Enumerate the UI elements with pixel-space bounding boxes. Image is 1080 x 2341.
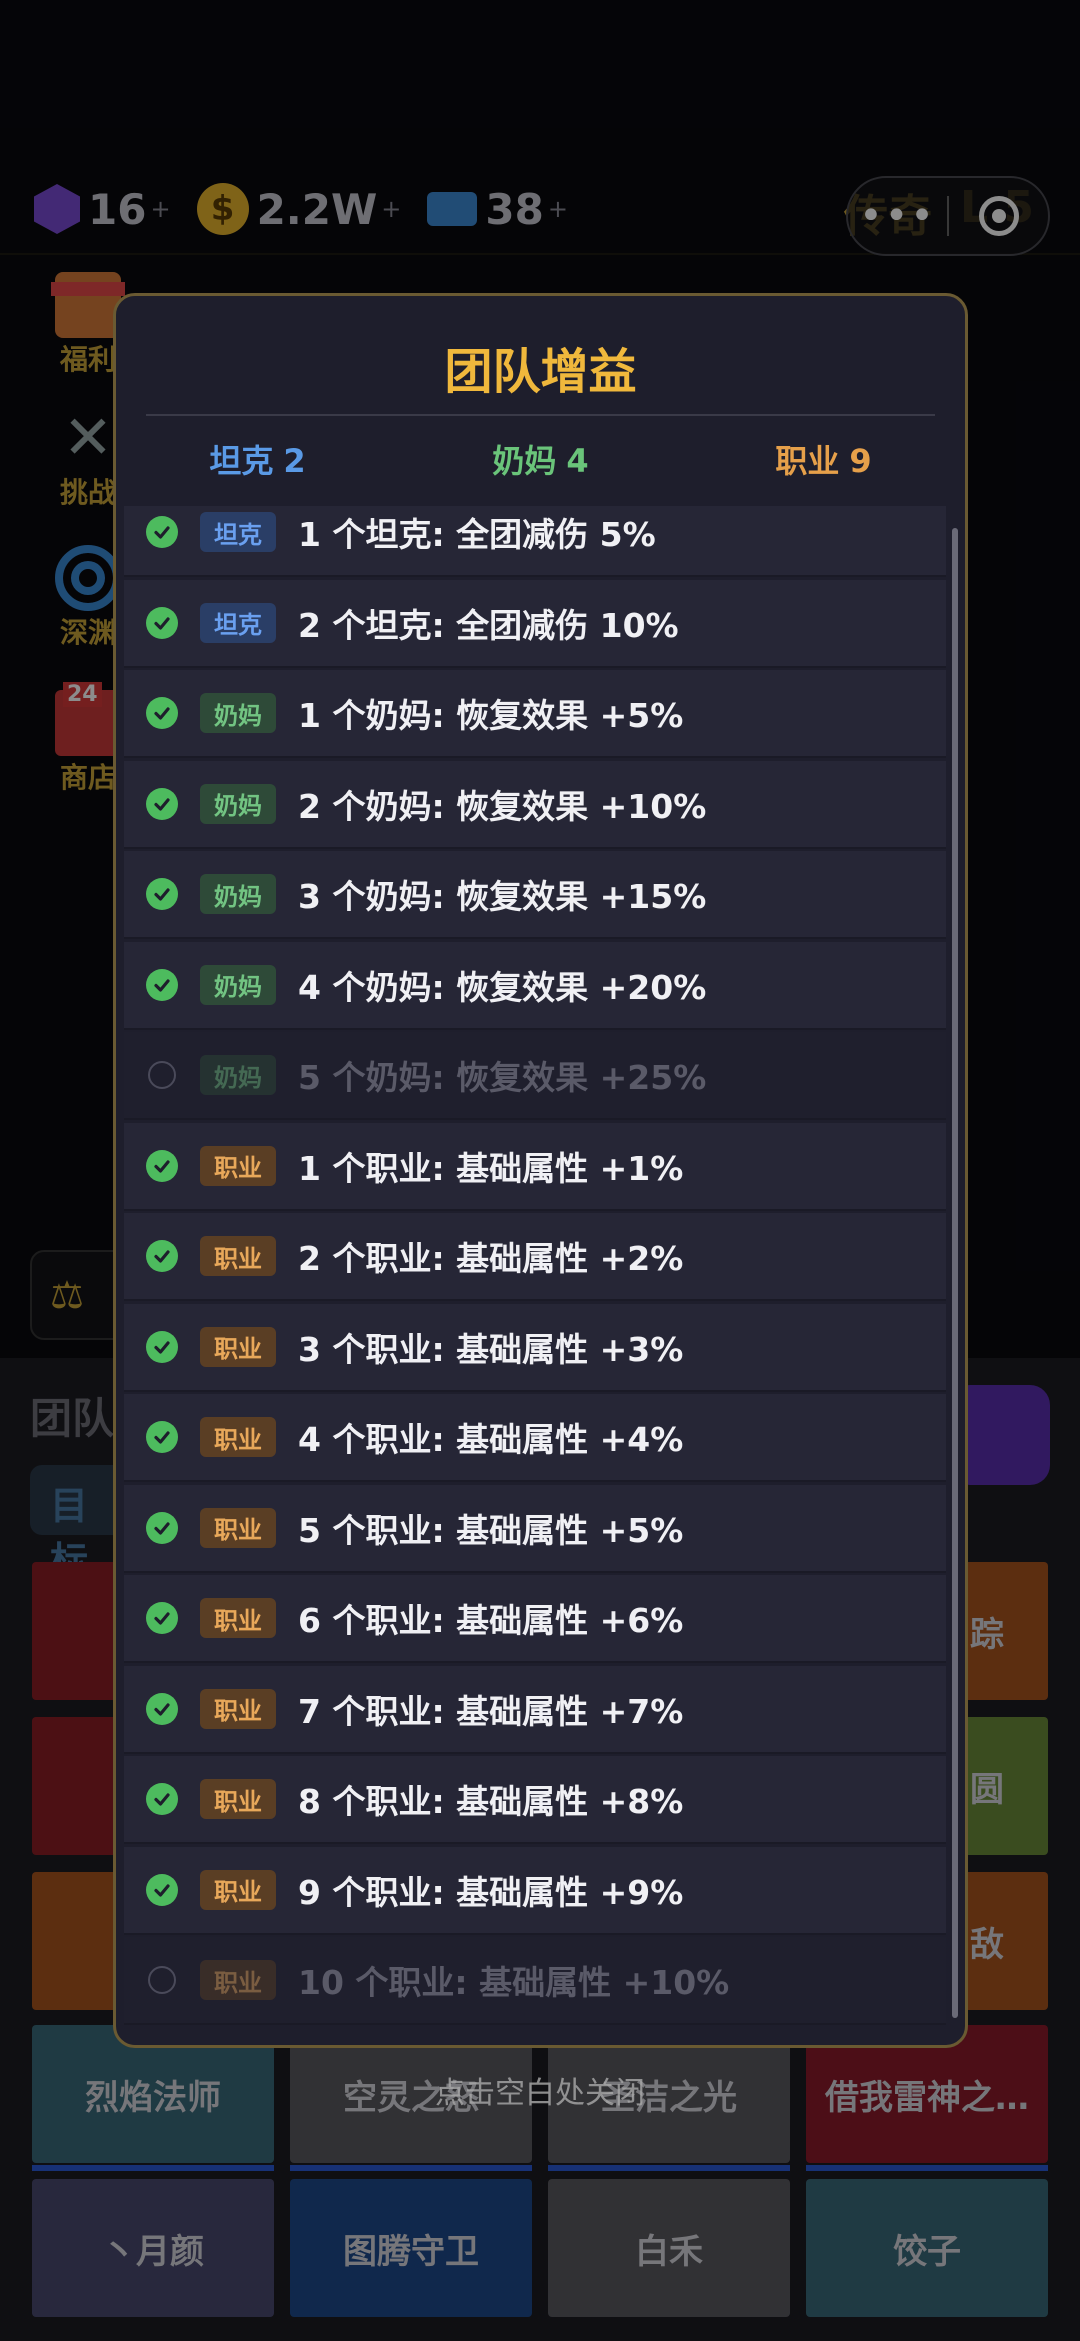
buff-description: 5 个职业: 基础属性 +5% [298,1510,684,1550]
buff-list[interactable]: 坦克 1 个坦克: 全团减伤 5% 坦克 2 个坦克: 全团减伤 10% 奶妈 1 个奶妈… [124,506,946,2026]
buff-description: 4 个奶妈: 恢复效果 +20% [298,967,707,1007]
check-icon [146,1873,178,1906]
role-tag: 奶妈 [200,1055,276,1095]
role-tag: 奶妈 [200,693,276,733]
buff-row: 职业 8 个职业: 基础属性 +8% [124,1756,946,1844]
scrollbar-thumb[interactable] [952,528,958,2018]
role-tag: 职业 [200,1507,276,1548]
buff-row: 奶妈 3 个奶妈: 恢复效果 +15% [124,851,946,939]
summary-label: 坦克 [209,442,274,480]
buff-row: 职业 2 个职业: 基础属性 +2% [124,1213,946,1301]
role-tag: 奶妈 [200,874,276,914]
buff-description: 1 个职业: 基础属性 +1% [298,1148,684,1188]
role-tag: 职业 [200,1598,276,1638]
check-icon [146,878,178,910]
role-tag: 职业 [200,1417,276,1457]
role-tag: 职业 [200,1960,276,2000]
buff-description: 8 个职业: 基础属性 +8% [298,1782,684,1821]
buff-row: 职业 4 个职业: 基础属性 +4% [124,1394,946,1482]
buff-row: 奶妈 4 个奶妈: 恢复效果 +20% [124,941,946,1030]
divider [146,414,935,416]
team-buff-modal: 团队增益 坦克 2 奶妈 4 职业 9 坦克 1 个坦克: 全团减伤 5% 坦克 2 个坦克… [113,293,968,2048]
buff-row: 坦克 2 个坦克: 全团减伤 10% [124,579,946,668]
buff-row: 职业 5 个职业: 基础属性 +5% [124,1484,946,1573]
role-summary: 坦克 2 奶妈 4 职业 9 [116,436,965,482]
role-tag: 坦克 [200,602,276,643]
buff-description: 2 个坦克: 全团减伤 10% [298,605,679,645]
buff-row: 职业 9 个职业: 基础属性 +9% [124,1846,946,1935]
buff-row: 坦克 1 个坦克: 全团减伤 5% [124,506,946,577]
check-icon [146,606,178,639]
buff-description: 9 个职业: 基础属性 +9% [298,1872,684,1912]
buff-description: 3 个奶妈: 恢复效果 +15% [298,877,707,916]
check-icon [146,1602,178,1634]
summary-label: 奶妈 [492,442,557,480]
unchecked-circle-icon [148,1966,176,1994]
summary-label: 职业 [775,442,840,480]
check-icon [146,1511,178,1544]
role-tag: 职业 [200,1236,276,1276]
buff-row: 职业 6 个职业: 基础属性 +6% [124,1575,946,1663]
buff-description: 10 个职业: 基础属性 +10% [298,1963,730,2002]
buff-description: 5 个奶妈: 恢复效果 +25% [298,1058,707,1097]
buff-row: 职业 10 个职业: 基础属性 +10% [124,1937,946,2025]
buff-description: 6 个职业: 基础属性 +6% [298,1601,684,1640]
role-tag: 职业 [200,1869,276,1910]
buff-row: 职业 7 个职业: 基础属性 +7% [124,1665,946,1754]
buff-description: 1 个奶妈: 恢复效果 +5% [298,696,684,735]
buff-row: 职业 1 个职业: 基础属性 +1% [124,1122,946,1211]
buff-description: 2 个职业: 基础属性 +2% [298,1239,684,1278]
buff-description: 7 个职业: 基础属性 +7% [298,1691,684,1731]
summary-count: 2 [283,442,306,480]
buff-description: 2 个奶妈: 恢复效果 +10% [298,786,707,826]
summary-count: 9 [849,442,872,480]
summary-tank: 坦克 2 [116,436,399,482]
buff-description: 4 个职业: 基础属性 +4% [298,1420,684,1459]
role-tag: 坦克 [200,512,276,552]
buff-description: 3 个职业: 基础属性 +3% [298,1329,684,1369]
summary-healer: 奶妈 4 [399,436,682,482]
buff-row: 奶妈 1 个奶妈: 恢复效果 +5% [124,670,946,758]
buff-row: 职业 3 个职业: 基础属性 +3% [124,1303,946,1392]
check-icon [146,1421,178,1453]
summary-class: 职业 9 [682,436,965,482]
buff-description: 1 个坦克: 全团减伤 5% [298,515,656,554]
check-icon [146,787,178,820]
buff-row: 奶妈 5 个奶妈: 恢复效果 +25% [124,1032,946,1120]
check-icon [146,697,178,729]
summary-count: 4 [566,442,589,480]
close-hint: 点击空白处关闭 [435,2076,645,2111]
role-tag: 职业 [200,1326,276,1367]
check-icon [146,1783,178,1815]
unchecked-circle-icon [148,1061,176,1089]
check-icon [146,968,178,1001]
check-icon [146,1149,178,1182]
role-tag: 职业 [200,1779,276,1819]
role-tag: 职业 [200,1145,276,1186]
role-tag: 奶妈 [200,783,276,824]
role-tag: 奶妈 [200,964,276,1005]
check-icon [146,516,178,548]
buff-row: 奶妈 2 个奶妈: 恢复效果 +10% [124,760,946,849]
check-icon [146,1692,178,1725]
check-icon [146,1240,178,1272]
check-icon [146,1330,178,1363]
modal-title: 团队增益 [444,344,637,400]
role-tag: 职业 [200,1688,276,1729]
